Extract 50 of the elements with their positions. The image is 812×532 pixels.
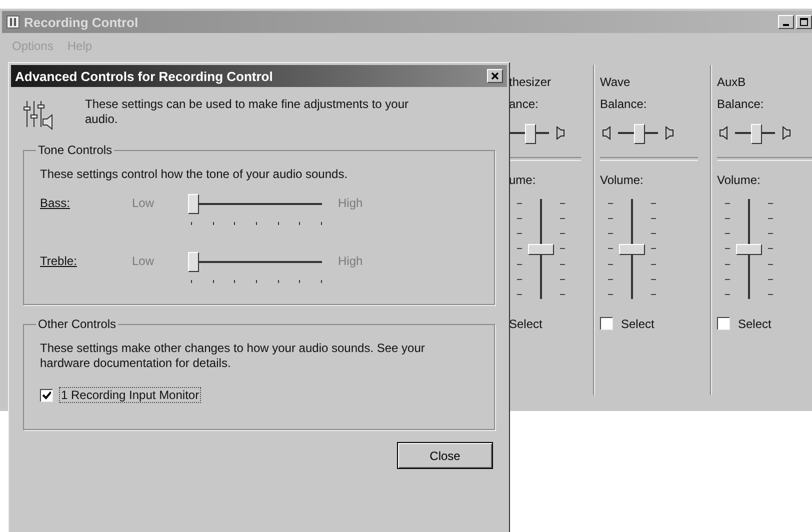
volume-slider[interactable] bbox=[619, 199, 645, 299]
select-checkbox[interactable] bbox=[600, 317, 613, 330]
slider-thumb[interactable] bbox=[634, 124, 645, 144]
maximize-button[interactable] bbox=[796, 15, 812, 29]
channel-name: Wave bbox=[600, 75, 632, 89]
select-checkbox[interactable] bbox=[717, 317, 730, 330]
high-label: High bbox=[338, 254, 363, 268]
low-label: Low bbox=[132, 254, 156, 268]
slider-label: Treble: bbox=[40, 254, 78, 268]
group-title: Tone Controls bbox=[37, 143, 114, 157]
volume-slider[interactable] bbox=[736, 199, 762, 299]
slider-thumb[interactable] bbox=[525, 124, 536, 144]
close-button[interactable] bbox=[487, 69, 503, 83]
close-icon bbox=[491, 72, 499, 80]
group-description: These settings control how the tone of your audio sounds. bbox=[40, 167, 349, 182]
minimize-button[interactable] bbox=[778, 15, 794, 29]
balance-label: Balance: bbox=[717, 97, 765, 111]
app-icon bbox=[6, 15, 20, 29]
select-label: Select bbox=[738, 317, 772, 331]
slider-thumb[interactable] bbox=[188, 252, 199, 272]
slider-thumb[interactable] bbox=[619, 244, 645, 255]
slider-thumb[interactable] bbox=[751, 124, 762, 144]
slider-thumb[interactable] bbox=[188, 194, 199, 214]
group-title: Other Controls bbox=[37, 317, 118, 331]
intro-text: These settings can be used to make fine adjustments to your audio. bbox=[85, 97, 410, 127]
balance-slider[interactable] bbox=[618, 122, 658, 144]
slider-thumb[interactable] bbox=[528, 244, 554, 255]
channel-name: AuxB bbox=[717, 75, 747, 89]
volume-label: Volume: bbox=[600, 173, 644, 187]
low-label: Low bbox=[132, 196, 156, 210]
volume-label: ume: bbox=[509, 173, 537, 187]
volume-label: Volume: bbox=[717, 173, 762, 187]
dialog-title: Advanced Controls for Recording Control bbox=[15, 68, 274, 84]
select-label: Select bbox=[621, 317, 654, 331]
close-button[interactable]: Close bbox=[397, 442, 493, 469]
slider-thumb[interactable] bbox=[736, 244, 762, 255]
balance-label: Balance: bbox=[600, 97, 648, 111]
balance-label: ance: bbox=[509, 97, 540, 111]
group-description: These settings make other changes to how your audio sounds. See your hardware documentation for details. bbox=[40, 341, 426, 371]
volume-slider[interactable] bbox=[528, 199, 554, 299]
balance-slider[interactable] bbox=[509, 122, 549, 144]
high-label: High bbox=[338, 196, 363, 210]
checkbox-label[interactable]: 1 Recording Input Monitor bbox=[59, 387, 202, 403]
channel-name: thesizer bbox=[509, 75, 552, 89]
balance-slider[interactable] bbox=[735, 122, 775, 144]
select-label: Select bbox=[509, 317, 542, 331]
slider-label: Bass: bbox=[40, 196, 72, 210]
maximize-icon bbox=[800, 18, 808, 26]
checkbox[interactable] bbox=[40, 388, 53, 402]
window-title: Recording Control bbox=[24, 14, 140, 30]
